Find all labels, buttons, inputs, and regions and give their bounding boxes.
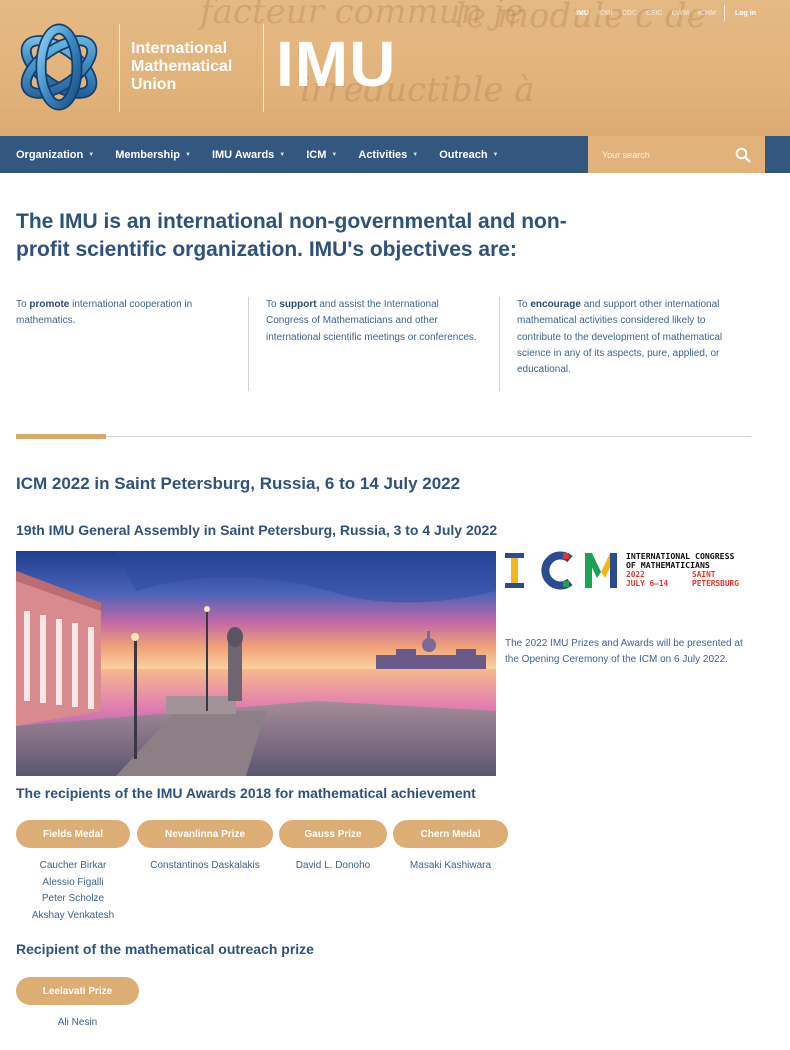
icm-logo-bar xyxy=(511,558,518,583)
nav-item-icm[interactable]: ICM ▼ xyxy=(306,149,337,161)
award-leelavati-prize: Leelavati Prize Ali Nesin xyxy=(16,977,139,1032)
winner-name[interactable]: Akshay Venkatesh xyxy=(16,908,130,925)
icm-2022-logo[interactable]: INTERNATIONAL CONGRESS OF MATHEMATICIANS… xyxy=(504,550,752,590)
column-divider xyxy=(248,297,249,391)
section-divider-accent xyxy=(16,434,106,439)
search-box xyxy=(588,136,765,173)
winner-name[interactable]: Alessio Figalli xyxy=(16,875,130,892)
top-link-cwm[interactable]: CWM xyxy=(672,10,690,17)
award-gauss-prize: Gauss Prize David L. Donoho xyxy=(279,820,387,875)
column-divider xyxy=(499,297,500,391)
winner-name[interactable]: Constantinos Daskalakis xyxy=(137,858,273,875)
top-link-icmi[interactable]: ICMI xyxy=(598,10,613,17)
winner-name[interactable]: Caucher Birkar xyxy=(16,858,130,875)
objective-prefix: To xyxy=(266,299,280,310)
award-chern-medal: Chern Medal Masaki Kashiwara xyxy=(393,820,508,875)
objective-encourage: To encourage and support other internati… xyxy=(517,297,745,391)
org-name-line: Union xyxy=(131,76,177,93)
org-name[interactable]: International Mathematical Union xyxy=(131,40,232,94)
nav-item-membership[interactable]: Membership ▼ xyxy=(115,149,191,161)
award-winners: Constantinos Daskalakis xyxy=(137,858,273,875)
leelavati-prize-button[interactable]: Leelavati Prize xyxy=(16,977,139,1005)
award-winners: David L. Donoho xyxy=(279,858,387,875)
icm-logo-city1: SAINT xyxy=(692,570,716,579)
org-name-line: Mathematical xyxy=(131,58,233,75)
awards-2018-title: The recipients of the IMU Awards 2018 fo… xyxy=(16,785,476,801)
caret-down-icon: ▼ xyxy=(184,151,191,158)
icm-logo-line2: OF MATHEMATICIANS xyxy=(626,560,710,570)
nevanlinna-prize-button[interactable]: Nevanlinna Prize xyxy=(137,820,273,848)
icm-logo-year: 2022 xyxy=(626,570,645,579)
nav-item-label: Organization xyxy=(16,148,84,161)
outreach-prize-title: Recipient of the mathematical outreach p… xyxy=(16,941,314,957)
fields-medal-button[interactable]: Fields Medal xyxy=(16,820,130,848)
gauss-prize-button[interactable]: Gauss Prize xyxy=(279,820,387,848)
nav-item-label: Activities xyxy=(358,148,408,161)
objective-keyword: promote xyxy=(29,299,70,310)
top-link-ichm[interactable]: ICHM xyxy=(698,10,716,17)
top-links-bar: IMU ICMI CDC CEIC CWM ICHM Log in xyxy=(567,5,756,21)
icm-logo-dates: JULY 6–14 xyxy=(626,579,669,588)
caret-down-icon: ▼ xyxy=(492,151,499,158)
site-header: facteur commun je le module c de irréduc… xyxy=(0,0,790,136)
top-link-ceic[interactable]: CEIC xyxy=(646,10,663,17)
top-link-cdc[interactable]: CDC xyxy=(622,10,637,17)
top-links-divider xyxy=(724,5,725,21)
icm-logo-bar xyxy=(505,583,524,588)
objectives-row: To promote international cooperation in … xyxy=(16,297,751,391)
search-icon[interactable] xyxy=(735,147,751,163)
icm-logo-dot xyxy=(563,581,569,587)
nav-item-label: Membership xyxy=(115,148,180,161)
icm-logo-bar xyxy=(610,553,617,588)
section-divider xyxy=(16,436,751,437)
objective-prefix: To xyxy=(16,299,30,310)
login-link[interactable]: Log in xyxy=(735,10,756,17)
org-name-line: International xyxy=(131,40,228,57)
objective-keyword: encourage xyxy=(530,299,581,310)
award-fields-medal: Fields Medal Caucher Birkar Alessio Figa… xyxy=(16,820,130,924)
award-nevanlinna-prize: Nevanlinna Prize Constantinos Daskalakis xyxy=(137,820,273,875)
imu-wordmark[interactable]: IMU xyxy=(276,28,396,100)
nav-item-label: Outreach xyxy=(439,148,488,161)
award-winners: Ali Nesin xyxy=(16,1015,139,1032)
nav-item-activities[interactable]: Activities ▼ xyxy=(358,149,418,161)
chern-medal-button[interactable]: Chern Medal xyxy=(393,820,508,848)
caret-down-icon: ▼ xyxy=(279,151,286,158)
nav-item-label: IMU Awards xyxy=(211,148,275,161)
logo-divider xyxy=(119,24,120,112)
logo-divider xyxy=(263,24,264,112)
award-winners: Masaki Kashiwara xyxy=(393,858,508,875)
caret-down-icon: ▼ xyxy=(88,151,95,158)
objective-promote: To promote international cooperation in … xyxy=(16,297,226,391)
objective-keyword: support xyxy=(279,299,317,310)
winner-name[interactable]: Masaki Kashiwara xyxy=(393,858,508,875)
imu-knot-logo-icon[interactable] xyxy=(14,22,104,112)
icm-logo-city2: PETERSBURG xyxy=(692,579,739,588)
icm-prizes-caption: The 2022 IMU Prizes and Awards will be p… xyxy=(505,638,743,666)
icm-2022-title[interactable]: ICM 2022 in Saint Petersburg, Russia, 6 … xyxy=(16,474,460,494)
search-input[interactable] xyxy=(588,136,728,173)
nav-item-outreach[interactable]: Outreach ▼ xyxy=(439,149,498,161)
general-assembly-title[interactable]: 19th IMU General Assembly in Saint Peter… xyxy=(16,522,497,538)
top-link-imu[interactable]: IMU xyxy=(576,10,589,17)
nav-item-imu-awards[interactable]: IMU Awards ▼ xyxy=(212,149,285,161)
objective-support: To support and assist the International … xyxy=(266,297,478,391)
caret-down-icon: ▼ xyxy=(412,151,419,158)
page-headline: The IMU is an international non-governme… xyxy=(16,210,567,261)
saint-petersburg-photo[interactable] xyxy=(16,551,496,776)
icm-logo-dot xyxy=(563,553,569,559)
nav-item-organization[interactable]: Organization ▼ xyxy=(16,149,94,161)
caret-down-icon: ▼ xyxy=(331,151,338,158)
award-winners: Caucher Birkar Alessio Figalli Peter Sch… xyxy=(16,858,130,924)
winner-name[interactable]: Ali Nesin xyxy=(16,1015,139,1032)
objective-prefix: To xyxy=(517,299,531,310)
objective-text: and support other international mathemat… xyxy=(517,299,723,376)
nav-item-label: ICM xyxy=(306,148,327,161)
winner-name[interactable]: David L. Donoho xyxy=(279,858,387,875)
winner-name[interactable]: Peter Scholze xyxy=(16,891,130,908)
icm-logo-bar xyxy=(505,553,524,558)
